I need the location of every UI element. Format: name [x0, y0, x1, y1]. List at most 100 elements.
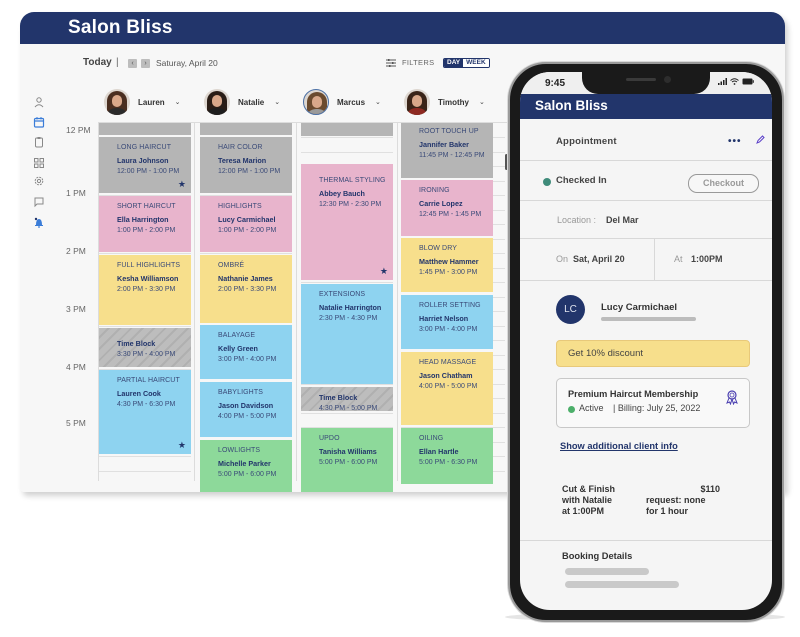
view-day-button[interactable]: DAY [444, 59, 464, 67]
appointment-time: 4:00 PM - 5:00 PM [419, 383, 478, 390]
appointment-service: LOWLIGHTS [218, 447, 261, 454]
star-icon: ★ [379, 266, 388, 276]
calendar-icon[interactable] [33, 116, 45, 128]
appointment-client: Tanisha Williams [319, 447, 377, 456]
appointment-card[interactable]: EXTENSIONS Natalie Harrington 2:30 PM - … [301, 284, 393, 384]
service-line: with Natalie [562, 495, 613, 505]
view-week-button[interactable]: WEEK [463, 59, 489, 67]
pencil-icon[interactable] [755, 135, 765, 145]
appointment-client: Lauren Cook [117, 389, 161, 398]
staff-name: Timothy [438, 97, 469, 107]
appointment-time: 3:00 PM - 4:00 PM [218, 356, 277, 363]
appointment-card[interactable]: FULL HIGHLIGHTS Kesha Williamson 2:00 PM… [99, 255, 191, 325]
appointment-time: 12:30 PM - 2:30 PM [319, 201, 382, 208]
checked-in-status: Checked In [556, 175, 607, 186]
appointment-card[interactable]: BABYLIGHTS Jason Davidson 4:00 PM - 5:00… [200, 382, 292, 437]
appointment-card[interactable]: OMBRÉ Nathanie James 2:00 PM - 3:30 PM [200, 255, 292, 323]
appointment-service: OILING [419, 435, 444, 442]
staff-header-timothy[interactable]: Timothy ⌄ [404, 89, 485, 115]
staff-header-lauren[interactable]: Lauren ⌄ [104, 89, 181, 115]
appointment-service: SHORT HAIRCUT [117, 203, 176, 210]
checkout-button[interactable]: Checkout [688, 174, 759, 193]
appointment-service: ROOT TOUCH UP [419, 128, 479, 135]
staff-header-marcus[interactable]: Marcus ⌄ [303, 89, 381, 115]
appointment-service: HEAD MASSAGE [419, 359, 477, 366]
appointment-card[interactable]: HIGHLIGHTS Lucy Carmichael 1:00 PM - 2:0… [200, 196, 292, 252]
battery-icon [742, 78, 754, 85]
grid-line [99, 253, 191, 254]
prev-day-button[interactable]: ‹ [128, 59, 137, 68]
show-client-info-link[interactable]: Show additional client info [560, 441, 678, 451]
appointment-client: Natalie Harrington [319, 303, 382, 312]
today-button[interactable]: Today [83, 57, 112, 68]
star-icon: ★ [177, 440, 186, 450]
appointment-service: HIGHLIGHTS [218, 203, 262, 210]
appointment-card[interactable]: THERMAL STYLING Abbey Bauch 12:30 PM - 2… [301, 164, 393, 280]
time-label: At [674, 254, 683, 264]
appointment-client: Nathanie James [218, 274, 273, 283]
appointment-card[interactable]: SHORT HAIRCUT Ella Harrington 1:00 PM - … [99, 196, 191, 252]
appointment-service: FULL HIGHLIGHTS [117, 262, 181, 269]
appointment-card[interactable]: LOWLIGHTS Michelle Parker 5:00 PM - 6:00… [200, 440, 292, 492]
appointment-label: Appointment [556, 136, 617, 147]
membership-title: Premium Haircut Membership [568, 389, 699, 399]
time-block[interactable]: Time Block 4:30 PM - 5:00 PM [301, 387, 393, 411]
user-icon[interactable] [33, 96, 45, 108]
date-label: On [556, 254, 569, 264]
membership-billing: | Billing: July 25, 2022 [613, 403, 701, 413]
appointment-card[interactable]: PARTIAL HAIRCUT Lauren Cook 4:30 PM - 6:… [99, 370, 191, 454]
appointment-card[interactable]: UPDO Tanisha Williams 5:00 PM - 6:00 PM [301, 428, 393, 492]
appointment-card[interactable]: ROLLER SETTING Harriet Nelson 3:00 PM - … [401, 295, 493, 349]
grid-line [301, 152, 393, 153]
appointment-card[interactable]: HAIR COLOR Teresa Marion 12:00 PM - 1:00… [200, 137, 292, 193]
phone-screen: 9:45 Salon Bliss Appointment ••• Checked… [520, 72, 772, 610]
appointment-card[interactable]: IRONING Carrie Lopez 12:45 PM - 1:45 PM [401, 180, 493, 236]
column-divider [397, 123, 398, 481]
appointment-slot-filler[interactable] [99, 123, 191, 135]
time-label: 12 PM [66, 125, 91, 135]
active-status-dot [568, 406, 575, 413]
appointment-card[interactable]: BLOW DRY Matthew Hammer 1:45 PM - 3:00 P… [401, 238, 493, 292]
appointment-client: Jason Davidson [218, 401, 274, 410]
appointment-card[interactable]: ROOT TOUCH UP Jannifer Baker 11:45 PM - … [401, 123, 493, 178]
appointment-service: BABYLIGHTS [218, 389, 263, 396]
appointment-time: 12:45 PM - 1:45 PM [419, 211, 482, 218]
time-block[interactable]: Time Block 3:30 PM - 4:00 PM [99, 328, 191, 367]
filter-sliders-icon [386, 58, 396, 67]
gear-icon[interactable] [33, 175, 45, 187]
filters-button[interactable]: FILTERS [386, 58, 434, 67]
appointment-time: 1:00 PM - 2:00 PM [117, 227, 176, 234]
appointment-client: Ellan Hartle [419, 447, 459, 456]
membership-card[interactable]: Premium Haircut Membership Active | Bill… [556, 378, 750, 428]
appointment-time: 4:00 PM - 5:00 PM [218, 413, 277, 420]
chat-icon[interactable] [33, 196, 45, 208]
appointment-service: LONG HAIRCUT [117, 144, 172, 151]
grid-icon[interactable] [33, 157, 45, 169]
grid-line [99, 456, 191, 457]
checked-in-dot [543, 178, 551, 186]
clipboard-icon[interactable] [33, 136, 45, 148]
more-options-icon[interactable]: ••• [728, 136, 742, 147]
grid-line [99, 471, 191, 472]
chevron-down-icon: ⌄ [375, 99, 381, 106]
grid-line [301, 413, 393, 414]
staff-name: Lauren [138, 97, 165, 107]
booking-details-heading: Booking Details [562, 551, 633, 561]
bell-icon[interactable] [33, 216, 45, 228]
appointment-client: Harriet Nelson [419, 314, 469, 323]
appointment-card[interactable]: LONG HAIRCUT Laura Johnson 12:00 PM - 1:… [99, 137, 191, 193]
grid-line [99, 326, 191, 327]
staff-header-natalie[interactable]: Natalie ⌄ [204, 89, 280, 115]
appointment-card[interactable]: BALAYAGE Kelly Green 3:00 PM - 4:00 PM [200, 325, 292, 379]
appointment-time: 2:30 PM - 4:30 PM [319, 315, 378, 322]
appointment-slot-filler[interactable] [301, 123, 393, 136]
client-name[interactable]: Lucy Carmichael [601, 302, 677, 313]
next-day-button[interactable]: › [141, 59, 150, 68]
appointment-card[interactable]: OILING Ellan Hartle 5:00 PM - 6:30 PM [401, 428, 493, 484]
appointment-slot-filler[interactable] [200, 123, 292, 135]
appointment-time: 4:30 PM - 5:00 PM [319, 405, 378, 411]
appointment-card[interactable]: HEAD MASSAGE Jason Chatham 4:00 PM - 5:0… [401, 352, 493, 425]
filters-label: FILTERS [402, 58, 435, 67]
service-line: Cut & Finish [562, 484, 615, 494]
appointment-client: Michelle Parker [218, 459, 271, 468]
